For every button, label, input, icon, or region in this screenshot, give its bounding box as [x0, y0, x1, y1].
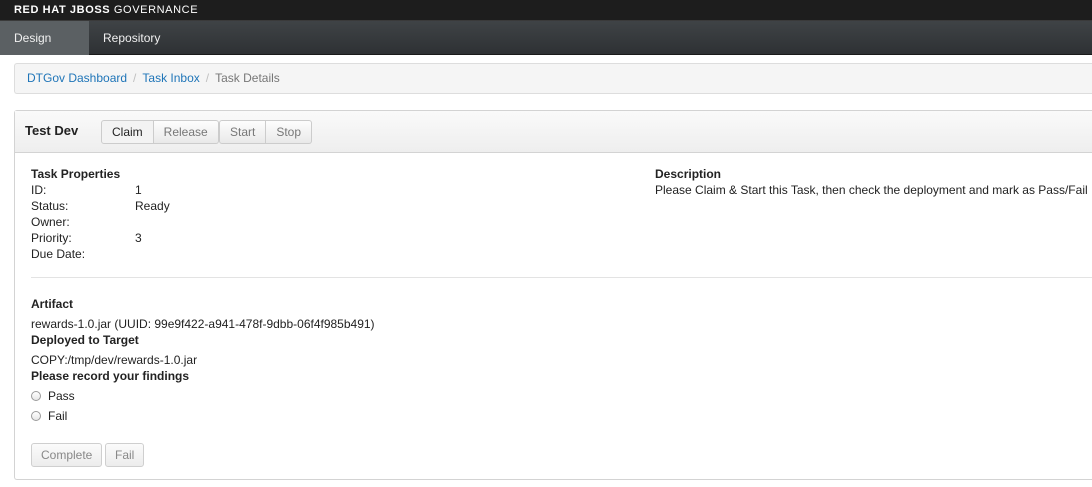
priority-value: 3: [135, 231, 142, 245]
task-panel: Test Dev Claim Release Start Stop Task P…: [14, 110, 1092, 480]
artifact-heading: Artifact: [31, 297, 74, 311]
id-label: ID:: [31, 183, 47, 197]
due-date-label: Due Date:: [31, 247, 86, 261]
pass-radio[interactable]: [31, 391, 41, 401]
brand-bar: RED HAT JBOSS GOVERNANCE: [0, 0, 1092, 21]
task-panel-header: Test Dev Claim Release Start Stop: [15, 111, 1092, 153]
tab-design-time[interactable]: Design Time: [0, 21, 89, 79]
status-label: Status:: [31, 199, 69, 213]
breadcrumb-separator: /: [205, 71, 210, 85]
stop-button[interactable]: Stop: [266, 120, 313, 144]
owner-label: Owner:: [31, 215, 70, 229]
deployed-value: COPY:/tmp/dev/rewards-1.0.jar: [31, 353, 198, 367]
claim-button[interactable]: Claim: [101, 120, 154, 144]
breadcrumb-task-inbox-link[interactable]: Task Inbox: [142, 71, 199, 85]
fail-option[interactable]: Fail: [31, 409, 67, 423]
breadcrumb-dashboard-link[interactable]: DTGov Dashboard: [27, 71, 127, 85]
brand-logo: RED HAT JBOSS GOVERNANCE: [14, 4, 198, 16]
start-button[interactable]: Start: [219, 120, 267, 144]
task-properties-heading: Task Properties: [31, 167, 121, 181]
complete-button[interactable]: Complete: [31, 443, 103, 467]
breadcrumb-current: Task Details: [215, 71, 280, 85]
status-value: Ready: [135, 199, 170, 213]
findings-heading: Please record your findings: [31, 369, 190, 383]
claim-button-group: Claim Release: [101, 120, 219, 144]
fail-button[interactable]: Fail: [105, 443, 145, 467]
section-divider: [31, 277, 1092, 278]
description-heading: Description: [655, 167, 722, 181]
brand-name-bold: RED HAT JBOSS: [14, 4, 111, 16]
pass-option[interactable]: Pass: [31, 389, 75, 403]
artifact-value: rewards-1.0.jar (UUID: 99e9f422-a941-478…: [31, 317, 375, 331]
task-title: Test Dev: [25, 123, 79, 138]
tab-repository[interactable]: Repository: [89, 21, 174, 55]
deployed-heading: Deployed to Target: [31, 333, 139, 347]
pass-label: Pass: [48, 389, 75, 403]
start-button-group: Start Stop: [219, 120, 313, 144]
release-button[interactable]: Release: [153, 120, 219, 144]
main-nav: Design Time Repository: [0, 21, 1092, 79]
priority-label: Priority:: [31, 231, 72, 245]
fail-radio[interactable]: [31, 411, 41, 421]
fail-label: Fail: [48, 409, 68, 423]
breadcrumb-separator: /: [133, 71, 137, 85]
description-text: Please Claim & Start this Task, then che…: [655, 183, 1088, 197]
id-value: 1: [135, 183, 142, 197]
breadcrumb: DTGov Dashboard / Task Inbox / Task Details: [14, 63, 1092, 94]
brand-name-light: GOVERNANCE: [113, 4, 199, 16]
